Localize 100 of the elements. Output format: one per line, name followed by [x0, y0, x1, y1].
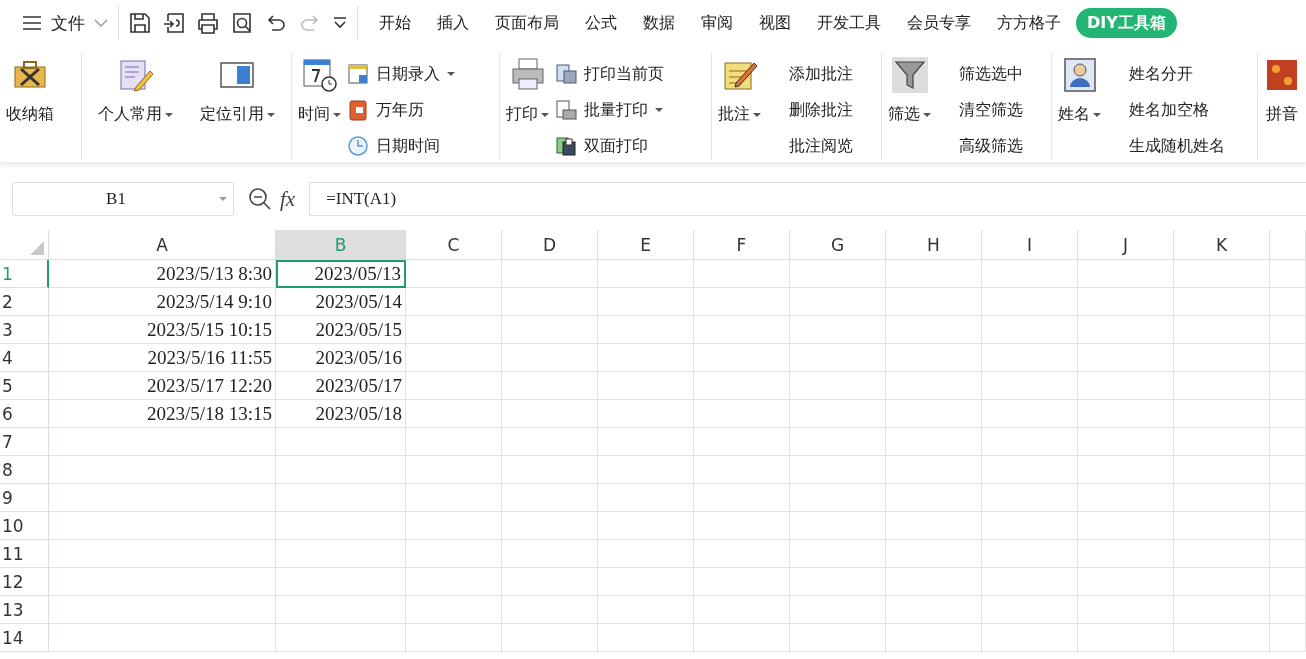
- row-header[interactable]: 8: [0, 456, 49, 484]
- file-menu-button[interactable]: 文件: [22, 6, 108, 40]
- ribbon-button[interactable]: 时间: [298, 52, 341, 125]
- ribbon-button[interactable]: 双面打印: [555, 128, 664, 164]
- column-header[interactable]: J: [1078, 230, 1174, 260]
- ribbon-button[interactable]: 收纳箱: [6, 52, 54, 125]
- ribbon-button[interactable]: 拼音: [1264, 52, 1300, 125]
- function-button[interactable]: fx: [280, 186, 296, 212]
- ribbon-button[interactable]: 批量打印: [555, 92, 664, 128]
- ribbon-button[interactable]: 定位引用: [199, 52, 275, 125]
- row-header[interactable]: 2: [0, 288, 49, 316]
- ribbon-button[interactable]: 高级筛选: [937, 128, 1023, 164]
- ribbon-button[interactable]: 日期录入: [347, 56, 455, 92]
- table-cell: 2023/05/15: [276, 316, 406, 344]
- table-cell: [1270, 512, 1306, 540]
- row-header[interactable]: 12: [0, 568, 49, 596]
- row-header[interactable]: 4: [0, 344, 49, 372]
- ribbon-button[interactable]: 添加批注: [767, 56, 853, 92]
- ribbon-button[interactable]: 打印: [506, 52, 549, 125]
- row-header[interactable]: 5: [0, 372, 49, 400]
- column-header[interactable]: C: [406, 230, 502, 260]
- print-preview-icon[interactable]: [231, 12, 253, 34]
- table-cell: [1270, 400, 1306, 428]
- ribbon-tab[interactable]: 公式: [574, 8, 628, 38]
- table-cell: [1270, 624, 1306, 652]
- column-header[interactable]: D: [502, 230, 598, 260]
- ribbon-button[interactable]: 批注: [718, 52, 761, 125]
- ribbon-button[interactable]: 清空筛选: [937, 92, 1023, 128]
- duplex-print-icon: [555, 135, 577, 157]
- column-header[interactable]: K: [1174, 230, 1270, 260]
- ribbon-button[interactable]: 打印当前页: [555, 56, 664, 92]
- column-header[interactable]: I: [982, 230, 1078, 260]
- table-cell: [1270, 540, 1306, 568]
- ribbon-button[interactable]: 万年历: [347, 92, 455, 128]
- ribbon-button[interactable]: 姓名加空格: [1107, 92, 1225, 128]
- row-header[interactable]: 3: [0, 316, 49, 344]
- table-cell: 2023/5/14 9:10: [49, 288, 276, 316]
- undo-icon[interactable]: [265, 12, 287, 34]
- clock-icon: [347, 135, 369, 157]
- form-edit-icon: [117, 57, 154, 93]
- book-icon: [347, 99, 369, 121]
- ribbon-button[interactable]: 删除批注: [767, 92, 853, 128]
- ribbon-tab[interactable]: 开始: [368, 8, 422, 38]
- ribbon-button[interactable]: 生成随机姓名: [1107, 128, 1225, 164]
- ribbon-tab[interactable]: 数据: [632, 8, 686, 38]
- ribbon-button[interactable]: 批注阅览: [767, 128, 853, 164]
- ribbon-button[interactable]: 筛选: [888, 52, 931, 125]
- table-cell: 2023/05/13: [276, 260, 406, 288]
- row-header[interactable]: 6: [0, 400, 49, 428]
- printer-icon: [509, 57, 546, 93]
- ribbon-button[interactable]: 姓名分开: [1107, 56, 1225, 92]
- row-header[interactable]: 10: [0, 512, 49, 540]
- menu-icon: [22, 15, 42, 31]
- row-header[interactable]: 9: [0, 484, 49, 512]
- table-cell: 2023/05/14: [276, 288, 406, 316]
- column-header[interactable]: F: [694, 230, 790, 260]
- column-header[interactable]: G: [790, 230, 886, 260]
- column-header[interactable]: E: [598, 230, 694, 260]
- table-cell: 2023/05/16: [276, 344, 406, 372]
- ribbon-button[interactable]: 日期时间: [347, 128, 455, 164]
- ribbon-button[interactable]: 筛选选中: [937, 56, 1023, 92]
- row-header[interactable]: 13: [0, 596, 49, 624]
- row-header[interactable]: 11: [0, 540, 49, 568]
- chevron-icon: [94, 19, 108, 27]
- export-icon[interactable]: [163, 12, 185, 34]
- ribbon-tab[interactable]: 会员专享: [896, 8, 982, 38]
- print-icon[interactable]: [197, 12, 219, 34]
- ribbon-button[interactable]: 个人常用: [98, 52, 174, 125]
- ribbon-tab[interactable]: 视图: [748, 8, 802, 38]
- ribbon-tab[interactable]: 方方格子: [986, 8, 1072, 38]
- ribbon-tab[interactable]: 插入: [426, 8, 480, 38]
- save-icon[interactable]: [129, 12, 151, 34]
- table-cell: [1270, 484, 1306, 512]
- formula-field[interactable]: =INT(A1): [309, 182, 1306, 216]
- table-cell: [1270, 372, 1306, 400]
- document-stack-icon: [555, 63, 577, 85]
- table-cell: 2023/5/18 13:15: [49, 400, 276, 428]
- table-cell: [1270, 288, 1306, 316]
- table-cell: [1270, 316, 1306, 344]
- user-profile-icon: [1061, 57, 1098, 93]
- row-header[interactable]: 7: [0, 428, 49, 456]
- name-box[interactable]: B1: [12, 182, 234, 216]
- table-cell: 2023/5/16 11:55: [49, 344, 276, 372]
- zoom-out-icon[interactable]: [248, 187, 272, 211]
- ribbon-tab[interactable]: 审阅: [690, 8, 744, 38]
- caret-icon: [219, 197, 227, 201]
- table-cell: [1270, 596, 1306, 624]
- ribbon-button[interactable]: 姓名: [1058, 52, 1101, 125]
- table-cell: [1270, 260, 1306, 288]
- document-printer-icon: [555, 99, 577, 121]
- ribbon-tab[interactable]: 页面布局: [484, 8, 570, 38]
- more-icon[interactable]: [333, 17, 347, 29]
- column-header[interactable]: H: [886, 230, 982, 260]
- table-cell: [1270, 344, 1306, 372]
- table-cell: [1270, 568, 1306, 596]
- table-cell: [1270, 428, 1306, 456]
- table-calendar-icon: [347, 63, 369, 85]
- column-header[interactable]: A: [49, 230, 276, 260]
- row-header[interactable]: 14: [0, 624, 49, 652]
- ribbon-tab[interactable]: 开发工具: [806, 8, 892, 38]
